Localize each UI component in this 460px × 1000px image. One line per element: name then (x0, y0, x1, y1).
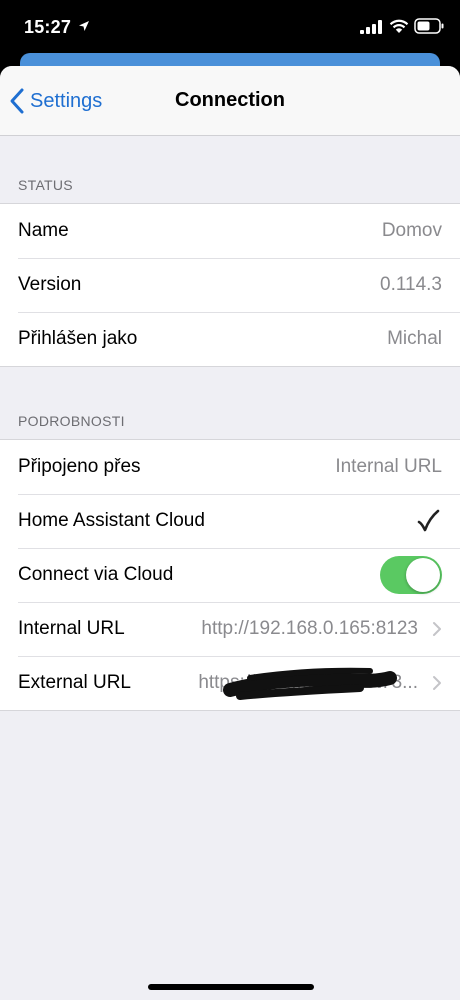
ha-cloud-label: Home Assistant Cloud (18, 510, 205, 531)
checkmark-icon (417, 509, 440, 532)
name-value: Domov (381, 220, 442, 241)
name-label: Name (18, 220, 69, 241)
page-title: Connection (175, 89, 285, 111)
internal-url-row[interactable]: Internal URL http://192.168.0.165:8123 (0, 602, 460, 656)
connected-via-label: Připojeno přes (18, 456, 141, 477)
version-row: Version 0.114.3 (0, 258, 460, 312)
external-url-row[interactable]: External URL https://7pc...........a6ot7… (0, 656, 460, 710)
ha-cloud-row[interactable]: Home Assistant Cloud (0, 494, 460, 548)
battery-icon (414, 18, 444, 34)
connected-via-value: Internal URL (335, 456, 442, 477)
home-indicator[interactable] (148, 984, 314, 990)
status-bar: 15:27 (0, 0, 460, 56)
cellular-signal-icon (360, 20, 382, 34)
version-value: 0.114.3 (380, 274, 442, 295)
name-row: Name Domov (0, 204, 460, 258)
connect-via-cloud-label: Connect via Cloud (18, 564, 174, 585)
connect-via-cloud-row: Connect via Cloud (0, 548, 460, 602)
navigation-bar: Settings Connection (0, 66, 460, 136)
external-url-label: External URL (18, 672, 131, 693)
connected-via-row: Připojeno přes Internal URL (0, 440, 460, 494)
logged-in-as-value: Michal (387, 328, 442, 349)
chevron-right-icon (433, 676, 441, 690)
section-header-details: PODROBNOSTI (18, 413, 125, 429)
connection-sheet: Settings Connection STATUS Name Domov Ve… (0, 66, 460, 1000)
connect-via-cloud-toggle[interactable] (380, 556, 442, 594)
version-label: Version (18, 274, 82, 295)
redaction-scribble (223, 667, 397, 700)
section-header-status: STATUS (18, 177, 73, 193)
status-time: 15:27 (24, 17, 72, 37)
toggle-knob (406, 558, 440, 592)
internal-url-value: http://192.168.0.165:8123 (201, 618, 418, 639)
details-group: Připojeno přes Internal URL Home Assista… (0, 439, 460, 711)
status-group: Name Domov Version 0.114.3 Přihlášen jak… (0, 203, 460, 367)
internal-url-label: Internal URL (18, 618, 125, 639)
wifi-icon (389, 19, 409, 33)
location-arrow-icon (79, 21, 89, 31)
chevron-right-icon (433, 622, 441, 636)
logged-in-as-label: Přihlášen jako (18, 328, 138, 349)
logged-in-as-row: Přihlášen jako Michal (0, 312, 460, 366)
